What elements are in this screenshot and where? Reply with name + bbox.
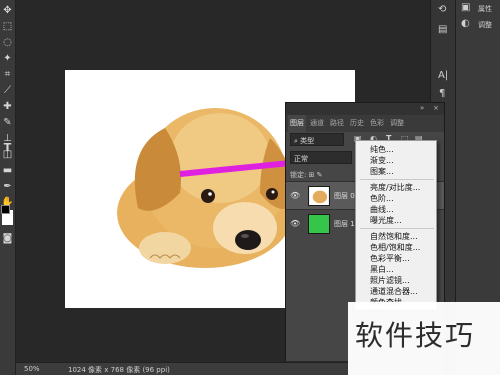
history-icon[interactable]: ⟲ [438, 4, 446, 15]
brush-icon[interactable]: ✎ [1, 116, 14, 129]
tab-channels[interactable]: 通道 [308, 115, 326, 132]
menu-item-brightness-contrast[interactable]: 亮度/对比度... [370, 182, 420, 193]
pen-icon[interactable]: ✒ [1, 180, 14, 193]
close-icon[interactable]: × [433, 104, 439, 112]
visibility-eye-icon[interactable]: 👁 [290, 219, 300, 228]
lock-row: 锁定: ⊞ ✎ [290, 170, 350, 180]
panel-header[interactable]: » × [286, 103, 444, 115]
character-icon[interactable]: A| [438, 70, 448, 81]
quick-mask-icon[interactable]: ◙ [1, 232, 14, 245]
lock-pixels-icon[interactable]: ⊞ ✎ [309, 171, 323, 179]
panel-tabs: 图层 通道 路径 历史 色彩 调整 [286, 115, 444, 132]
foreground-color-swatch[interactable] [1, 205, 10, 214]
menu-item-curves[interactable]: 曲线... [370, 204, 394, 215]
watermark-text: 软件技巧 [355, 319, 476, 352]
crop-icon[interactable]: ⌗ [1, 68, 14, 81]
menu-item-vibrance[interactable]: 自然饱和度... [370, 231, 418, 242]
menu-item-pattern[interactable]: 图案... [370, 166, 394, 177]
menu-item-color-balance[interactable]: 色彩平衡... [370, 253, 410, 264]
menu-item-black-white[interactable]: 黑白... [370, 264, 394, 275]
properties-label[interactable]: 属性 [478, 4, 492, 14]
tab-layers[interactable]: 图层 [288, 115, 306, 132]
tab-paths[interactable]: 路径 [328, 115, 346, 132]
tab-adjust[interactable]: 调整 [388, 115, 406, 132]
menu-item-solid-color[interactable]: 纯色... [370, 144, 394, 155]
menu-divider [360, 228, 434, 229]
layer-filter-select[interactable]: ⌕ 类型 [290, 133, 344, 146]
menu-item-hue-saturation[interactable]: 色相/饱和度... [370, 242, 420, 253]
menu-item-gradient[interactable]: 渐变... [370, 155, 394, 166]
menu-divider [360, 179, 434, 180]
properties-icon[interactable]: ▣ [461, 2, 470, 13]
eyedropper-icon[interactable]: ⟋ [1, 84, 14, 97]
zoom-level[interactable]: 50% [24, 365, 40, 373]
type-icon[interactable]: T [1, 141, 14, 154]
tools-panel: ✥ ⬚ ◌ ✦ ⌗ ⟋ ✚ ✎ ⊥ ◫ ▬ ✒ T ✋ ◙ [0, 0, 16, 375]
visibility-eye-icon[interactable]: 👁 [290, 191, 300, 200]
healing-brush-icon[interactable]: ✚ [1, 100, 14, 113]
blend-mode-select[interactable]: 正常 [290, 151, 352, 164]
lasso-icon[interactable]: ◌ [1, 36, 14, 49]
collapse-icon[interactable]: » [420, 104, 424, 112]
tab-history[interactable]: 历史 [348, 115, 366, 132]
menu-item-levels[interactable]: 色阶... [370, 193, 394, 204]
menu-item-photo-filter[interactable]: 照片滤镜... [370, 275, 410, 286]
menu-item-exposure[interactable]: 曝光度... [370, 215, 402, 226]
filter-label: 类型 [300, 137, 315, 145]
menu-item-channel-mixer[interactable]: 通道混合器... [370, 286, 418, 297]
layer-thumbnail [308, 214, 330, 234]
document-info[interactable]: 1024 像素 x 768 像素 (96 ppi) [68, 365, 170, 375]
layer-name[interactable]: 图层 1 [334, 219, 355, 229]
lock-label: 锁定: [290, 171, 307, 179]
layer-name[interactable]: 图层 0 [334, 191, 355, 201]
move-icon[interactable]: ✥ [1, 4, 14, 17]
layer-thumbnail [308, 186, 330, 206]
paragraph-icon[interactable]: ¶ [439, 88, 445, 99]
marquee-icon[interactable]: ⬚ [1, 20, 14, 33]
adjustments-icon[interactable]: ◐ [461, 18, 470, 29]
adjustment-layer-menu: 纯色... 渐变... 图案... 亮度/对比度... 色阶... 曲线... … [355, 140, 437, 310]
adjustments-label[interactable]: 调整 [478, 20, 492, 30]
tool-presets-icon[interactable]: ▤ [438, 24, 447, 35]
gradient-icon[interactable]: ▬ [1, 164, 14, 177]
tab-color[interactable]: 色彩 [368, 115, 386, 132]
magic-wand-icon[interactable]: ✦ [1, 52, 14, 65]
